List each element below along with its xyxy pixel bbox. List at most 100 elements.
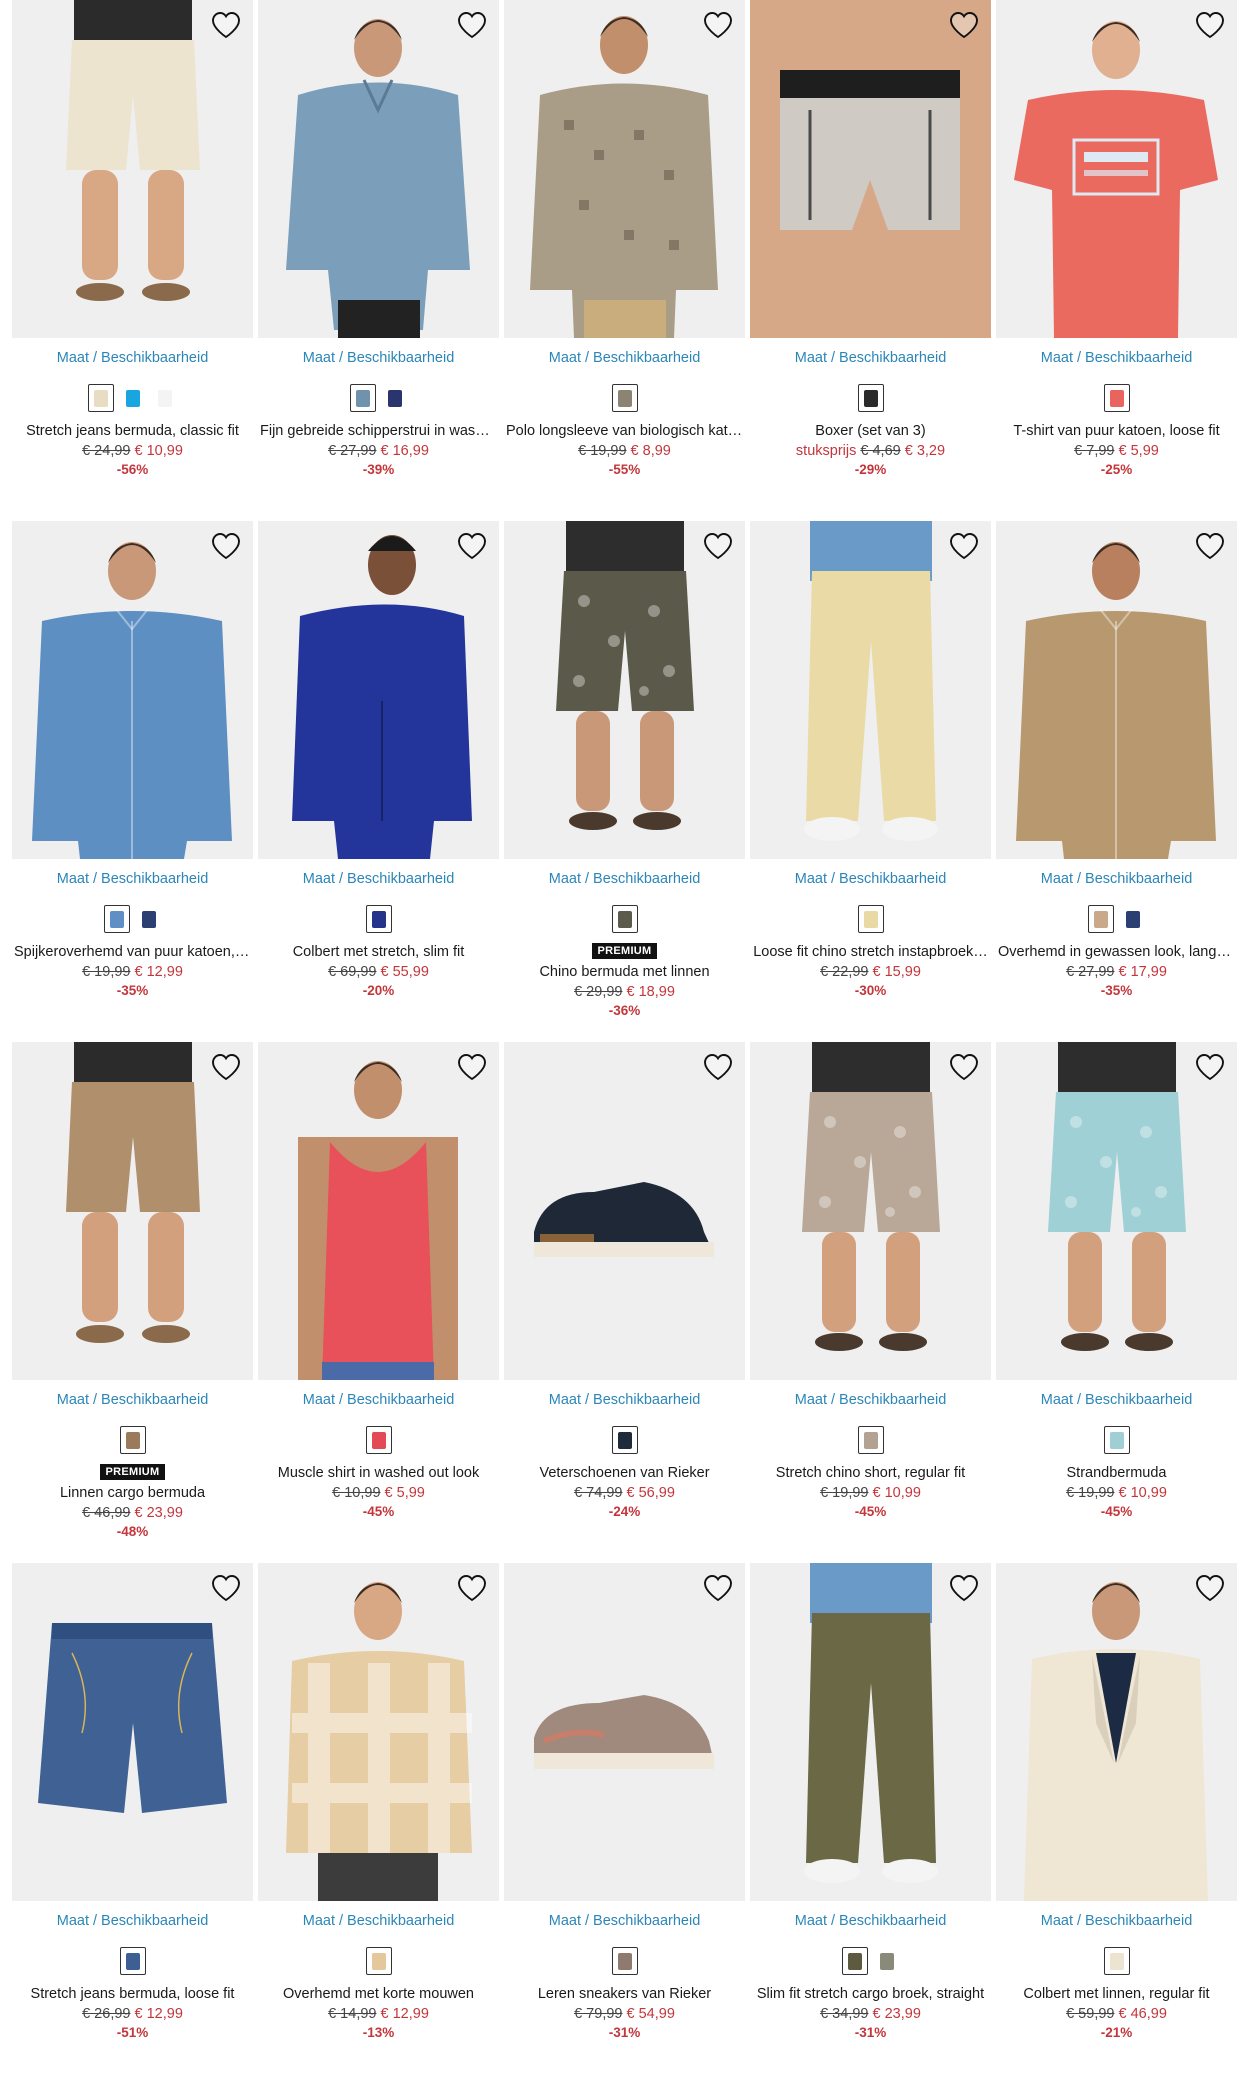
product-image[interactable] [12, 1042, 253, 1380]
product-card[interactable]: Maat / Beschikbaarheid Colbert met stret… [258, 521, 499, 1042]
color-swatch[interactable] [611, 905, 638, 933]
product-card[interactable]: Maat / Beschikbaarheid Leren sneakers va… [504, 1563, 745, 2084]
product-card[interactable]: Maat / Beschikbaarheid Stretch jeans ber… [12, 0, 253, 521]
color-swatch[interactable] [135, 905, 162, 933]
product-image[interactable] [258, 1042, 499, 1380]
wishlist-heart-icon[interactable] [209, 1571, 243, 1605]
product-title[interactable]: Muscle shirt in washed out look [258, 1464, 499, 1483]
product-title[interactable]: Strandbermuda [996, 1464, 1237, 1483]
product-title[interactable]: T-shirt van puur katoen, loose fit [996, 422, 1237, 441]
product-card[interactable]: Maat / Beschikbaarheid Spijkeroverhemd v… [12, 521, 253, 1042]
wishlist-heart-icon[interactable] [209, 529, 243, 563]
color-swatch[interactable] [1103, 1426, 1130, 1454]
product-title[interactable]: Colbert met linnen, regular fit [996, 1985, 1237, 2004]
product-title[interactable]: Linnen cargo bermuda [12, 1484, 253, 1503]
color-swatch[interactable] [1087, 905, 1114, 933]
size-availability-link[interactable]: Maat / Beschikbaarheid [750, 871, 991, 889]
product-image[interactable] [750, 1042, 991, 1380]
size-availability-link[interactable]: Maat / Beschikbaarheid [504, 350, 745, 368]
product-card[interactable]: Maat / Beschikbaarheid PREMIUM Linnen ca… [12, 1042, 253, 1563]
product-title[interactable]: Veterschoenen van Rieker [504, 1464, 745, 1483]
size-availability-link[interactable]: Maat / Beschikbaarheid [258, 1913, 499, 1931]
product-image[interactable] [258, 521, 499, 859]
product-card[interactable]: Maat / Beschikbaarheid Fijn gebreide sch… [258, 0, 499, 521]
color-swatch[interactable] [873, 1947, 900, 1975]
color-swatch[interactable] [365, 1426, 392, 1454]
color-swatch[interactable] [611, 1947, 638, 1975]
product-image[interactable] [750, 0, 991, 338]
color-swatch[interactable] [1103, 384, 1130, 412]
color-swatch[interactable] [611, 384, 638, 412]
color-swatch[interactable] [611, 1426, 638, 1454]
product-card[interactable]: Maat / Beschikbaarheid Overhemd in gewas… [996, 521, 1237, 1042]
wishlist-heart-icon[interactable] [1193, 529, 1227, 563]
product-image[interactable] [12, 1563, 253, 1901]
product-card[interactable]: Maat / Beschikbaarheid Muscle shirt in w… [258, 1042, 499, 1563]
product-image[interactable] [258, 1563, 499, 1901]
wishlist-heart-icon[interactable] [947, 529, 981, 563]
wishlist-heart-icon[interactable] [455, 1050, 489, 1084]
product-image[interactable] [996, 521, 1237, 859]
product-image[interactable] [750, 521, 991, 859]
wishlist-heart-icon[interactable] [1193, 8, 1227, 42]
wishlist-heart-icon[interactable] [701, 1571, 735, 1605]
wishlist-heart-icon[interactable] [701, 529, 735, 563]
wishlist-heart-icon[interactable] [209, 1050, 243, 1084]
product-title[interactable]: Overhemd in gewassen look, lange … [996, 943, 1237, 962]
color-swatch[interactable] [119, 1426, 146, 1454]
color-swatch[interactable] [1119, 905, 1146, 933]
wishlist-heart-icon[interactable] [455, 1571, 489, 1605]
color-swatch[interactable] [381, 384, 408, 412]
product-image[interactable] [504, 521, 745, 859]
product-image[interactable] [12, 0, 253, 338]
product-title[interactable]: Fijn gebreide schipperstrui in wash… [258, 422, 499, 441]
product-image[interactable] [996, 1563, 1237, 1901]
product-title[interactable]: Spijkeroverhemd van puur katoen, … [12, 943, 253, 962]
product-image[interactable] [504, 1042, 745, 1380]
wishlist-heart-icon[interactable] [1193, 1571, 1227, 1605]
color-swatch[interactable] [365, 905, 392, 933]
size-availability-link[interactable]: Maat / Beschikbaarheid [750, 1913, 991, 1931]
color-swatch[interactable] [87, 384, 114, 412]
size-availability-link[interactable]: Maat / Beschikbaarheid [12, 1392, 253, 1410]
size-availability-link[interactable]: Maat / Beschikbaarheid [258, 871, 499, 889]
size-availability-link[interactable]: Maat / Beschikbaarheid [258, 1392, 499, 1410]
product-title[interactable]: Boxer (set van 3) [750, 422, 991, 441]
wishlist-heart-icon[interactable] [455, 529, 489, 563]
size-availability-link[interactable]: Maat / Beschikbaarheid [12, 1913, 253, 1931]
wishlist-heart-icon[interactable] [209, 8, 243, 42]
product-card[interactable]: Maat / Beschikbaarheid Overhemd met kort… [258, 1563, 499, 2084]
product-title[interactable]: Loose fit chino stretch instapbroek… [750, 943, 991, 962]
size-availability-link[interactable]: Maat / Beschikbaarheid [996, 1913, 1237, 1931]
product-card[interactable]: Maat / Beschikbaarheid Stretch chino sho… [750, 1042, 991, 1563]
wishlist-heart-icon[interactable] [947, 8, 981, 42]
wishlist-heart-icon[interactable] [947, 1050, 981, 1084]
wishlist-heart-icon[interactable] [947, 1571, 981, 1605]
wishlist-heart-icon[interactable] [1193, 1050, 1227, 1084]
size-availability-link[interactable]: Maat / Beschikbaarheid [996, 1392, 1237, 1410]
color-swatch[interactable] [151, 384, 178, 412]
color-swatch[interactable] [857, 384, 884, 412]
size-availability-link[interactable]: Maat / Beschikbaarheid [12, 350, 253, 368]
size-availability-link[interactable]: Maat / Beschikbaarheid [504, 1913, 745, 1931]
product-card[interactable]: Maat / Beschikbaarheid Polo longsleeve v… [504, 0, 745, 521]
wishlist-heart-icon[interactable] [701, 1050, 735, 1084]
product-card[interactable]: Maat / Beschikbaarheid Boxer (set van 3)… [750, 0, 991, 521]
product-card[interactable]: Maat / Beschikbaarheid Loose fit chino s… [750, 521, 991, 1042]
product-title[interactable]: Slim fit stretch cargo broek, straight [750, 1985, 991, 2004]
product-image[interactable] [996, 0, 1237, 338]
wishlist-heart-icon[interactable] [455, 8, 489, 42]
product-title[interactable]: Leren sneakers van Rieker [504, 1985, 745, 2004]
color-swatch[interactable] [857, 1426, 884, 1454]
product-image[interactable] [996, 1042, 1237, 1380]
product-title[interactable]: Chino bermuda met linnen [504, 963, 745, 982]
product-card[interactable]: Maat / Beschikbaarheid Stretch jeans ber… [12, 1563, 253, 2084]
size-availability-link[interactable]: Maat / Beschikbaarheid [504, 871, 745, 889]
size-availability-link[interactable]: Maat / Beschikbaarheid [504, 1392, 745, 1410]
color-swatch[interactable] [1103, 1947, 1130, 1975]
product-image[interactable] [258, 0, 499, 338]
color-swatch[interactable] [349, 384, 376, 412]
product-image[interactable] [12, 521, 253, 859]
product-title[interactable]: Stretch chino short, regular fit [750, 1464, 991, 1483]
color-swatch[interactable] [119, 1947, 146, 1975]
